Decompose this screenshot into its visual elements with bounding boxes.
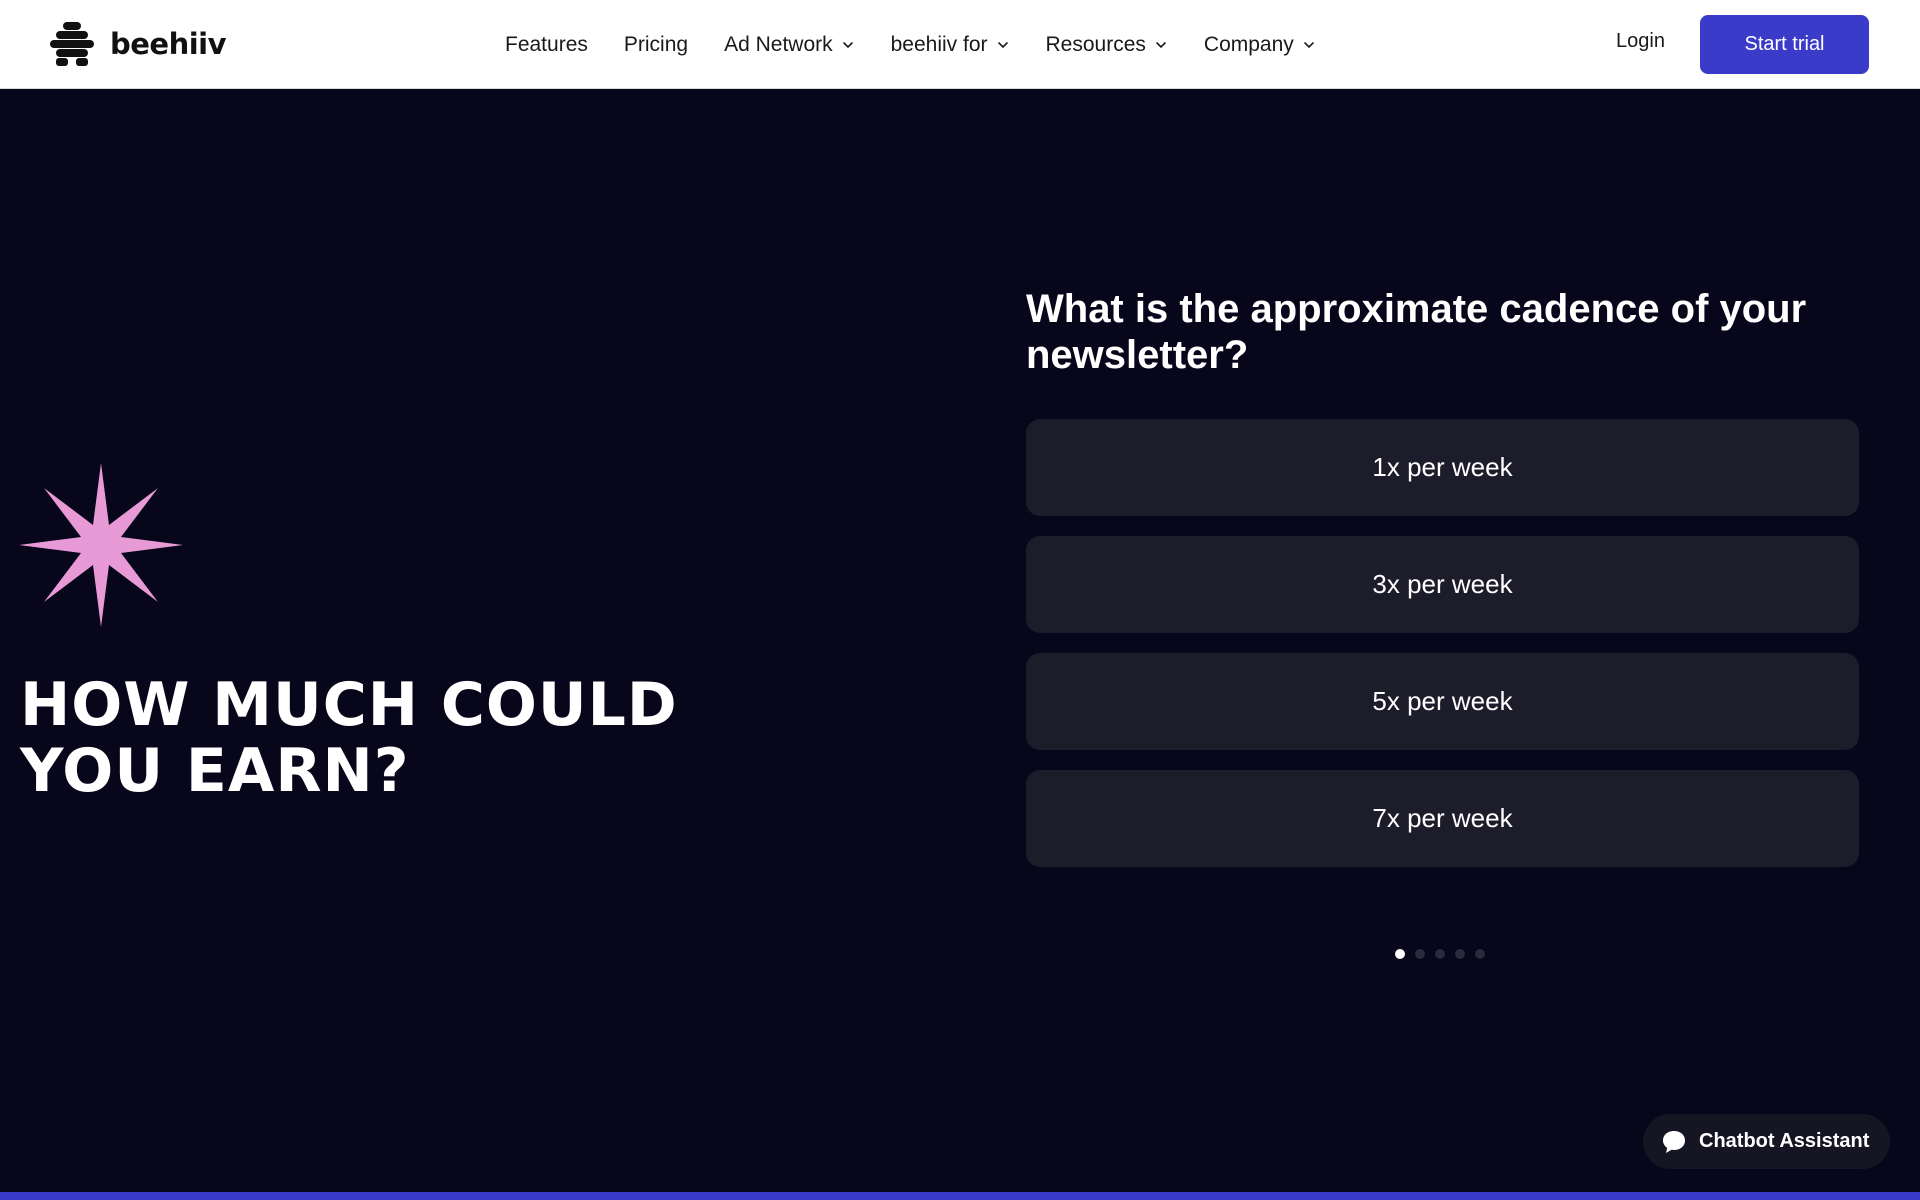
nav-item-label: Resources [1045, 32, 1146, 56]
step-dot-4[interactable] [1455, 949, 1465, 959]
nav-item-beehiiv-for[interactable]: beehiiv for [891, 33, 1010, 57]
step-dot-1[interactable] [1395, 949, 1405, 959]
chatbot-assistant-button[interactable]: Chatbot Assistant [1643, 1114, 1890, 1169]
chevron-down-icon [1156, 41, 1166, 48]
headline-line-2: YOU EARN? [20, 736, 410, 806]
nav-item-label: Features [505, 32, 588, 56]
hero-headline: HOW MUCH COULD YOU EARN? [20, 672, 720, 804]
nav-item-company[interactable]: Company [1204, 33, 1316, 57]
sparkle-star-icon [19, 463, 183, 627]
step-dot-3[interactable] [1435, 949, 1445, 959]
chat-bubble-icon [1663, 1130, 1685, 1153]
start-trial-button[interactable]: Start trial [1700, 15, 1869, 74]
step-dot-2[interactable] [1415, 949, 1425, 959]
step-indicator [1395, 949, 1485, 959]
login-link[interactable]: Login [1616, 30, 1665, 53]
nav-item-features[interactable]: Features [505, 33, 588, 57]
site-header: beehiiv Features Pricing Ad Network beeh… [0, 0, 1920, 89]
nav-item-ad-network[interactable]: Ad Network [724, 33, 855, 57]
chevron-down-icon [997, 41, 1008, 48]
chevron-down-icon [1303, 41, 1314, 48]
beehiiv-logo[interactable]: beehiiv [50, 22, 227, 66]
step-dot-5[interactable] [1475, 949, 1485, 959]
logo-text: beehiiv [110, 27, 227, 61]
main-nav: Features Pricing Ad Network beehiiv for … [505, 0, 1352, 89]
headline-line-1: HOW MUCH COULD [20, 670, 678, 740]
nav-item-label: Ad Network [724, 32, 833, 56]
chatbot-label: Chatbot Assistant [1699, 1130, 1870, 1152]
quiz-question: What is the approximate cadence of your … [1026, 287, 1807, 377]
nav-item-label: beehiiv for [890, 32, 988, 56]
answer-options: 1x per week 3x per week 5x per week 7x p… [1026, 419, 1859, 887]
option-1x-per-week[interactable]: 1x per week [1026, 419, 1859, 516]
chevron-down-icon [842, 41, 853, 48]
option-3x-per-week[interactable]: 3x per week [1026, 536, 1859, 633]
nav-item-label: Pricing [623, 32, 689, 56]
beehive-logo-icon [50, 22, 94, 66]
bottom-accent-bar [0, 1192, 1920, 1200]
nav-item-resources[interactable]: Resources [1046, 33, 1168, 57]
option-5x-per-week[interactable]: 5x per week [1026, 653, 1859, 750]
nav-item-pricing[interactable]: Pricing [624, 33, 688, 57]
nav-item-label: Company [1203, 32, 1294, 56]
option-7x-per-week[interactable]: 7x per week [1026, 770, 1859, 867]
